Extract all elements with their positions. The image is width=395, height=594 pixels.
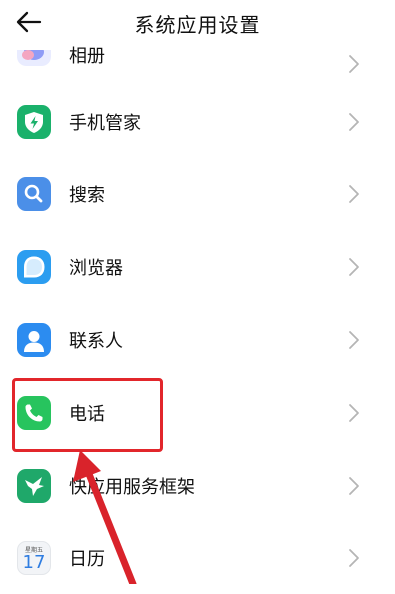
chevron-right-icon — [349, 55, 359, 73]
browser-icon — [17, 250, 51, 284]
list-item-browser[interactable]: 浏览器 — [0, 231, 395, 303]
phone-handset-icon — [17, 396, 51, 430]
list-item-label: 日历 — [69, 549, 105, 570]
hummingbird-icon — [17, 469, 51, 503]
list-item-label: 浏览器 — [69, 258, 123, 279]
list-item-contacts[interactable]: 联系人 — [0, 304, 395, 376]
settings-list: 相册 手机管家 搜索 浏览器 联系人 电话 快应用服务框架 星期五 17 日历 — [0, 0, 395, 584]
magnifier-icon — [17, 177, 51, 211]
app-header: 系统应用设置 — [0, 0, 395, 44]
list-item-quick-app[interactable]: 快应用服务框架 — [0, 450, 395, 522]
list-item-search[interactable]: 搜索 — [0, 158, 395, 230]
list-item-calendar[interactable]: 星期五 17 日历 — [0, 522, 395, 594]
chevron-right-icon — [349, 258, 359, 276]
calendar-day: 17 — [22, 552, 46, 573]
shield-bolt-icon — [17, 105, 51, 139]
chevron-right-icon — [349, 185, 359, 203]
page-title: 系统应用设置 — [134, 13, 261, 37]
list-item-label: 相册 — [69, 46, 105, 67]
chevron-right-icon — [349, 331, 359, 349]
chevron-right-icon — [349, 404, 359, 422]
contact-person-icon — [17, 323, 51, 357]
list-item-phone-manager[interactable]: 手机管家 — [0, 86, 395, 158]
list-item-label: 联系人 — [69, 331, 123, 352]
list-item-label: 搜索 — [69, 185, 105, 206]
album-icon — [17, 50, 51, 66]
list-item-label: 电话 — [69, 404, 105, 425]
list-item-phone[interactable]: 电话 — [0, 377, 395, 449]
chevron-right-icon — [349, 477, 359, 495]
list-item-label: 快应用服务框架 — [69, 477, 195, 498]
list-item-label: 手机管家 — [69, 113, 141, 134]
chevron-right-icon — [349, 549, 359, 567]
calendar-icon: 星期五 17 — [17, 541, 51, 575]
chevron-right-icon — [349, 113, 359, 131]
